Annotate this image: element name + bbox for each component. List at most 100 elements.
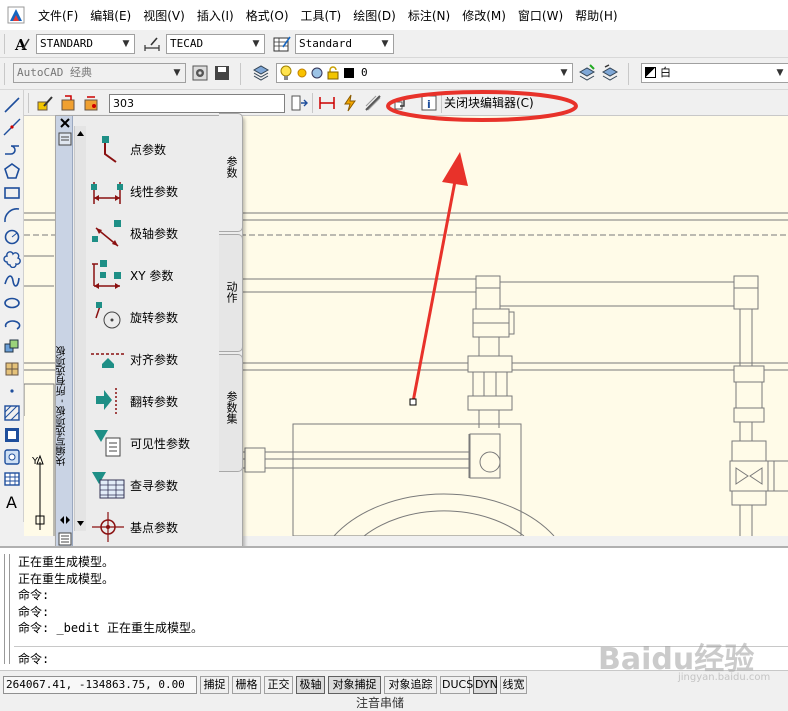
palette-item-polar-parameter[interactable]: 极轴参数: [90, 213, 240, 253]
table-style-value: Standard: [299, 37, 352, 50]
action-icon[interactable]: [341, 94, 359, 112]
palette-item-alignment-parameter[interactable]: 对齐参数: [90, 339, 240, 379]
gradient-icon[interactable]: [3, 426, 21, 444]
cursor-pickbox: [409, 398, 417, 406]
palette-item-lookup-parameter[interactable]: 查寻参数: [90, 465, 240, 505]
hatch-icon[interactable]: [3, 404, 21, 422]
block-name-field[interactable]: 303: [109, 94, 285, 113]
properties-icon[interactable]: [58, 132, 72, 146]
multiline-text-icon[interactable]: A: [3, 492, 21, 510]
color-swatch: [645, 67, 656, 78]
palette-item-label: 可见性参数: [130, 436, 191, 451]
command-input[interactable]: 命令:: [18, 650, 49, 667]
palette-item-xy-parameter[interactable]: XY 参数: [90, 255, 240, 295]
point-icon[interactable]: [3, 382, 21, 400]
chevron-down-icon: ▼: [381, 39, 389, 49]
rectangle-icon[interactable]: [3, 184, 21, 202]
ellipse-icon[interactable]: [3, 294, 21, 312]
close-icon[interactable]: [58, 118, 72, 128]
polygon-icon[interactable]: [3, 162, 21, 180]
palette-item-rotation-parameter[interactable]: 旋转参数: [90, 297, 240, 337]
palette-titlebar[interactable]: 块编写选项板 - 所有选项板: [56, 116, 73, 549]
parameter-icon[interactable]: [318, 94, 336, 112]
menu-tools[interactable]: 工具(T): [295, 7, 348, 24]
make-block-icon[interactable]: [3, 360, 21, 378]
ellipse-arc-icon[interactable]: [3, 316, 21, 334]
spline-icon[interactable]: [3, 272, 21, 290]
dim-style-select[interactable]: TECAD ▼: [166, 34, 265, 54]
toggle-grid[interactable]: 栅格: [232, 676, 261, 694]
workspace-select[interactable]: AutoCAD 经典 ▼: [13, 63, 186, 83]
menu-format[interactable]: 格式(O): [240, 7, 295, 24]
toggle-otrack[interactable]: 对象追踪: [384, 676, 437, 694]
flip-parameter-icon: [96, 388, 117, 414]
toggle-polar[interactable]: 极轴: [296, 676, 325, 694]
define-attribute-icon[interactable]: [364, 94, 382, 112]
command-window-grip[interactable]: [4, 554, 10, 664]
authoring-palettes-icon[interactable]: [290, 94, 308, 112]
construction-line-icon[interactable]: [3, 118, 21, 136]
menu-modify[interactable]: 修改(M): [456, 7, 512, 24]
toggle-lineweight[interactable]: 线宽: [500, 676, 527, 694]
arc-icon[interactable]: [3, 206, 21, 224]
circle-icon[interactable]: [3, 228, 21, 246]
save-block-icon[interactable]: [59, 94, 77, 112]
text-style-icon[interactable]: A: [13, 35, 31, 53]
revision-cloud-icon[interactable]: [3, 250, 21, 268]
layer-select[interactable]: 0 ▼: [276, 63, 573, 83]
dim-style-icon[interactable]: [143, 35, 161, 53]
palette-item-basepoint-parameter[interactable]: 基点参数: [90, 507, 240, 547]
menu-help[interactable]: 帮助(H): [569, 7, 623, 24]
tab-actions[interactable]: 动作: [219, 234, 243, 352]
polyline-icon[interactable]: [3, 140, 21, 158]
table-style-icon[interactable]: [273, 35, 291, 53]
toggle-snap[interactable]: 捕捉: [200, 676, 229, 694]
table-icon[interactable]: [3, 470, 21, 488]
palette-item-visibility-parameter[interactable]: 可见性参数: [90, 423, 240, 463]
palette-item-linear-parameter[interactable]: 线性参数: [90, 171, 240, 211]
palette-item-flip-parameter[interactable]: 翻转参数: [90, 381, 240, 421]
workspace-settings-icon[interactable]: [191, 64, 209, 82]
menu-insert[interactable]: 插入(I): [191, 7, 240, 24]
line-icon[interactable]: [3, 96, 21, 114]
menu-edit[interactable]: 编辑(E): [84, 7, 137, 24]
menu-dimension[interactable]: 标注(N): [402, 7, 456, 24]
lightbulb-icon: [279, 65, 293, 82]
color-control-select[interactable]: 白 ▼: [641, 63, 788, 83]
scroll-up-icon[interactable]: [75, 128, 86, 138]
chevron-down-icon: ▼: [252, 39, 260, 49]
rotation-parameter-icon: [95, 302, 121, 329]
make-current-layer-icon[interactable]: [578, 64, 596, 82]
menu-file[interactable]: 文件(F): [32, 7, 84, 24]
toggle-osnap[interactable]: 对象捕捉: [328, 676, 381, 694]
layer-previous-icon[interactable]: [601, 64, 619, 82]
chevron-down-icon: ▼: [173, 68, 181, 78]
autocad-app-icon[interactable]: [6, 5, 26, 25]
workspace-save-icon[interactable]: [213, 64, 231, 82]
auto-hide-icon[interactable]: [58, 514, 72, 526]
layer-manager-icon[interactable]: [252, 64, 270, 82]
polar-parameter-icon: [92, 220, 121, 247]
svg-text:A: A: [6, 493, 17, 510]
save-block-as-icon[interactable]: [82, 94, 100, 112]
menu-draw[interactable]: 绘图(D): [347, 7, 402, 24]
draw-toolbar: A: [0, 90, 24, 522]
toggle-ducs[interactable]: DUCS: [440, 676, 473, 694]
palette-item-label: 查寻参数: [130, 478, 179, 493]
region-icon[interactable]: [3, 448, 21, 466]
scroll-down-icon[interactable]: [75, 519, 86, 529]
tab-parameters[interactable]: 参数: [219, 113, 243, 232]
palette-menu-icon[interactable]: [58, 532, 72, 546]
toggle-ortho[interactable]: 正交: [264, 676, 293, 694]
text-style-select[interactable]: STANDARD ▼: [36, 34, 135, 54]
tab-parameter-sets[interactable]: 参数集: [219, 354, 243, 472]
insert-block-icon[interactable]: [3, 338, 21, 356]
palette-item-point-parameter[interactable]: 点参数: [90, 129, 240, 169]
palette-scrollbar[interactable]: [74, 126, 86, 531]
table-style-select[interactable]: Standard ▼: [295, 34, 394, 54]
edit-block-definition-icon[interactable]: [36, 94, 54, 112]
coordinates-readout[interactable]: 264067.41, -134863.75, 0.00: [3, 676, 197, 694]
menu-window[interactable]: 窗口(W): [512, 7, 569, 24]
menu-view[interactable]: 视图(V): [137, 7, 191, 24]
toggle-dyn[interactable]: DYN: [473, 676, 498, 694]
